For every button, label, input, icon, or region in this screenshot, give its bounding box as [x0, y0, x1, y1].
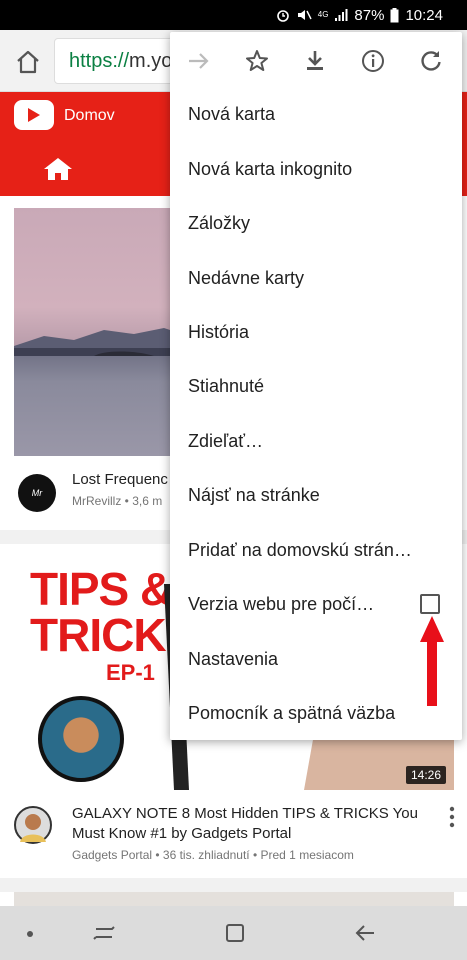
bookmark-star-icon[interactable]	[244, 48, 270, 74]
clock: 10:24	[405, 6, 443, 24]
alarm-icon	[276, 8, 290, 22]
channel-avatar[interactable]	[14, 806, 52, 844]
home-nav-icon[interactable]	[222, 920, 248, 946]
menu-icon-row	[170, 32, 462, 88]
url-host: m.yo	[129, 50, 173, 72]
back-nav-icon[interactable]	[352, 920, 378, 946]
menu-item-desktop-site[interactable]: Verzia webu pre počí…	[188, 594, 448, 615]
youtube-logo-icon[interactable]	[14, 100, 54, 130]
menu-item-share[interactable]: Zdieľať…	[188, 431, 448, 452]
menu-item-help-feedback[interactable]: Pomocník a spätná väzba	[188, 703, 448, 724]
video-meta: MrRevillz • 3,6 m	[72, 494, 163, 508]
video-thumbnail[interactable]	[14, 892, 454, 906]
video-duration: 14:26	[405, 766, 446, 784]
video-title[interactable]: Lost Frequenc	[72, 470, 168, 490]
tab-home-icon[interactable]	[42, 156, 74, 182]
status-bar: 4G 87% 10:24	[0, 0, 467, 30]
url-scheme: https://	[69, 50, 130, 72]
system-nav-bar	[0, 906, 467, 960]
menu-item-history[interactable]: História	[188, 322, 448, 343]
more-options-icon[interactable]	[449, 806, 455, 828]
battery-percent: 87%	[354, 6, 385, 24]
forward-icon[interactable]	[186, 48, 212, 74]
recent-apps-icon[interactable]	[92, 920, 118, 946]
video-title-line2[interactable]: Must Know #1 by Gadgets Portal	[72, 824, 291, 844]
nav-dot-icon	[27, 931, 33, 937]
menu-item-find-in-page[interactable]: Nájsť na stránke	[188, 485, 448, 506]
download-icon[interactable]	[302, 48, 328, 74]
video-title-line1[interactable]: GALAXY NOTE 8 Most Hidden TIPS & TRICKS …	[72, 804, 418, 824]
video-meta: Gadgets Portal • 36 tis. zhliadnutí • Pr…	[72, 848, 354, 862]
info-icon[interactable]	[360, 48, 386, 74]
menu-item-downloads[interactable]: Stiahnuté	[188, 376, 448, 397]
signal-icon	[334, 8, 348, 22]
menu-item-bookmarks[interactable]: Záložky	[188, 213, 448, 234]
menu-item-settings[interactable]: Nastavenia	[188, 649, 448, 670]
battery-icon	[390, 7, 399, 23]
menu-item-add-to-home[interactable]: Pridať na domovskú strán…	[188, 540, 448, 561]
browser-overflow-menu: Nová karta Nová karta inkognito Záložky …	[170, 32, 462, 740]
page-title: Domov	[64, 107, 115, 124]
refresh-icon[interactable]	[418, 48, 444, 74]
channel-avatar[interactable]: Mr Revillz	[18, 474, 56, 536]
annotation-arrow-icon	[420, 616, 444, 706]
mute-icon	[296, 8, 312, 22]
menu-item-recent-tabs[interactable]: Nedávne karty	[188, 268, 448, 289]
menu-item-new-tab[interactable]: Nová karta	[188, 104, 448, 125]
desktop-site-checkbox[interactable]	[420, 594, 440, 614]
feed-divider	[0, 878, 467, 892]
network-type: 4G	[317, 10, 329, 19]
menu-item-incognito-tab[interactable]: Nová karta inkognito	[188, 159, 448, 180]
home-icon[interactable]	[12, 46, 44, 78]
